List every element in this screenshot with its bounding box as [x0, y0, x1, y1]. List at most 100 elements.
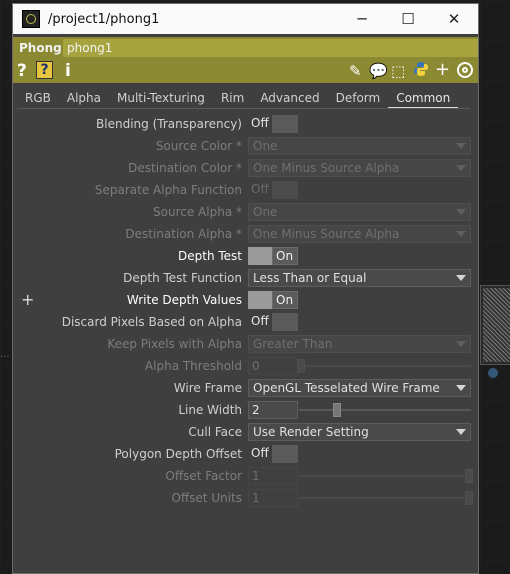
param-row-source-color: Source Color * One — [13, 135, 478, 157]
app-icon — [22, 10, 40, 28]
offset-factor-slider[interactable] — [299, 469, 473, 483]
param-label: Destination Alpha * — [125, 227, 242, 241]
chevron-down-icon — [456, 275, 466, 281]
alpha-threshold-slider[interactable] — [297, 359, 471, 373]
tab-multi-texturing[interactable]: Multi-Texturing — [109, 91, 213, 109]
slider-handle[interactable] — [465, 491, 473, 505]
chevron-down-icon — [456, 209, 466, 215]
offset-factor-field[interactable]: 1 — [248, 467, 298, 485]
destination-color-menu[interactable]: One Minus Source Alpha — [248, 159, 471, 177]
tab-advanced[interactable]: Advanced — [252, 91, 327, 109]
chevron-down-icon — [456, 231, 466, 237]
tab-common[interactable]: Common — [388, 91, 459, 109]
param-row-offset-units: Offset Units 1 — [13, 487, 478, 509]
param-row-offset-factor: Offset Factor 1 — [13, 465, 478, 487]
node-viewer-thumbnail[interactable] — [480, 285, 510, 365]
param-label: Destination Color * — [128, 161, 242, 175]
param-label: Separate Alpha Function — [94, 183, 242, 197]
param-row-discard-pixels: Discard Pixels Based on Alpha Off — [13, 311, 478, 333]
param-label: Source Alpha * — [153, 205, 242, 219]
line-width-slider[interactable] — [299, 403, 471, 417]
blending-toggle[interactable]: Off — [248, 115, 298, 133]
parameter-window: /project1/phong1 ─ ☐ ✕ Phong phong1 ? ? … — [12, 3, 479, 574]
param-label: Depth Test — [178, 249, 242, 263]
parameter-list: Blending (Transparency) Off Source Color… — [13, 113, 478, 509]
tab-deform[interactable]: Deform — [328, 91, 389, 109]
alpha-threshold-field[interactable]: 0 — [248, 357, 298, 375]
param-label: Write Depth Values — [126, 293, 242, 307]
param-label: Offset Factor — [165, 469, 242, 483]
offset-units-field[interactable]: 1 — [248, 489, 298, 507]
param-label: Depth Test Function — [123, 271, 242, 285]
info-icon[interactable]: i — [65, 61, 71, 81]
param-row-polygon-depth-offset: Polygon Depth Offset Off — [13, 443, 478, 465]
comment-icon[interactable]: 💬 — [369, 62, 388, 80]
depth-test-toggle[interactable]: On — [248, 247, 298, 265]
chevron-down-icon — [456, 385, 466, 391]
offset-units-slider[interactable] — [299, 491, 473, 505]
tab-rim[interactable]: Rim — [213, 91, 252, 109]
tab-alpha[interactable]: Alpha — [59, 91, 109, 109]
param-row-destination-color: Destination Color * One Minus Source Alp… — [13, 157, 478, 179]
line-width-field[interactable]: 2 — [248, 401, 298, 419]
param-row-separate-alpha: Separate Alpha Function Off — [13, 179, 478, 201]
operator-type: Phong — [19, 41, 62, 55]
param-row-source-alpha: Source Alpha * One — [13, 201, 478, 223]
operator-name-field[interactable]: phong1 — [63, 39, 478, 57]
title-bar[interactable]: /project1/phong1 ─ ☐ ✕ — [13, 4, 478, 34]
param-row-depth-test-function: Depth Test Function Less Than or Equal — [13, 267, 478, 289]
param-row-cull-face: Cull Face Use Render Setting — [13, 421, 478, 443]
param-label: Discard Pixels Based on Alpha — [61, 315, 242, 329]
write-depth-values-toggle[interactable]: On — [248, 291, 298, 309]
help-icon[interactable]: ? — [17, 61, 27, 81]
param-row-line-width: Line Width 2 — [13, 399, 478, 421]
depth-test-function-menu[interactable]: Less Than or Equal — [248, 269, 471, 287]
discard-pixels-toggle[interactable]: Off — [248, 313, 298, 331]
source-color-menu[interactable]: One — [248, 137, 471, 155]
param-label: Polygon Depth Offset — [114, 447, 242, 461]
expand-plus-icon[interactable]: + — [21, 290, 34, 309]
maximize-button[interactable]: ☐ — [385, 4, 431, 34]
param-row-destination-alpha: Destination Alpha * One Minus Source Alp… — [13, 223, 478, 245]
slider-handle[interactable] — [333, 403, 341, 417]
chevron-down-icon — [456, 143, 466, 149]
source-alpha-menu[interactable]: One — [248, 203, 471, 221]
param-label: Source Color * — [155, 139, 242, 153]
operator-toolbar: ? ? i ✎ 💬 ⬚ + — [13, 59, 478, 83]
minimize-button[interactable]: ─ — [339, 4, 385, 34]
parameter-tabs: RGB Alpha Multi-Texturing Rim Advanced D… — [13, 83, 478, 109]
chevron-down-icon — [456, 165, 466, 171]
tab-rgb[interactable]: RGB — [17, 91, 59, 109]
python-icon[interactable] — [413, 61, 429, 81]
separate-alpha-toggle[interactable]: Off — [248, 181, 298, 199]
param-label: Alpha Threshold — [144, 359, 242, 373]
slider-handle[interactable] — [297, 359, 305, 373]
keep-pixels-menu[interactable]: Greater Than — [248, 335, 471, 353]
edit-icon[interactable]: ✎ — [349, 62, 362, 80]
target-icon[interactable] — [457, 62, 473, 78]
param-row-alpha-threshold: Alpha Threshold 0 — [13, 355, 478, 377]
param-label: Offset Units — [171, 491, 242, 505]
wire-frame-menu[interactable]: OpenGL Tesselated Wire Frame — [248, 379, 471, 397]
param-label: Cull Face — [188, 425, 242, 439]
param-row-write-depth-values: + Write Depth Values On — [13, 289, 478, 311]
param-label: Wire Frame — [173, 381, 242, 395]
help-context-icon[interactable]: ? — [36, 61, 53, 79]
operator-name-bar: Phong phong1 — [13, 37, 478, 59]
close-button[interactable]: ✕ — [431, 4, 477, 34]
param-row-wire-frame: Wire Frame OpenGL Tesselated Wire Frame — [13, 377, 478, 399]
param-row-blending: Blending (Transparency) Off — [13, 113, 478, 135]
tab-underline — [17, 108, 470, 109]
slider-handle[interactable] — [465, 469, 473, 483]
param-label: Keep Pixels with Alpha — [107, 337, 242, 351]
destination-alpha-menu[interactable]: One Minus Source Alpha — [248, 225, 471, 243]
add-icon[interactable]: + — [435, 59, 450, 80]
polygon-depth-offset-toggle[interactable]: Off — [248, 445, 298, 463]
cull-face-menu[interactable]: Use Render Setting — [248, 423, 471, 441]
node-connector[interactable] — [488, 368, 498, 378]
param-row-keep-pixels: Keep Pixels with Alpha Greater Than — [13, 333, 478, 355]
param-label: Line Width — [178, 403, 242, 417]
clone-icon[interactable]: ⬚ — [391, 62, 405, 80]
chevron-down-icon — [456, 341, 466, 347]
network-edge-marker: ··· — [0, 352, 10, 363]
